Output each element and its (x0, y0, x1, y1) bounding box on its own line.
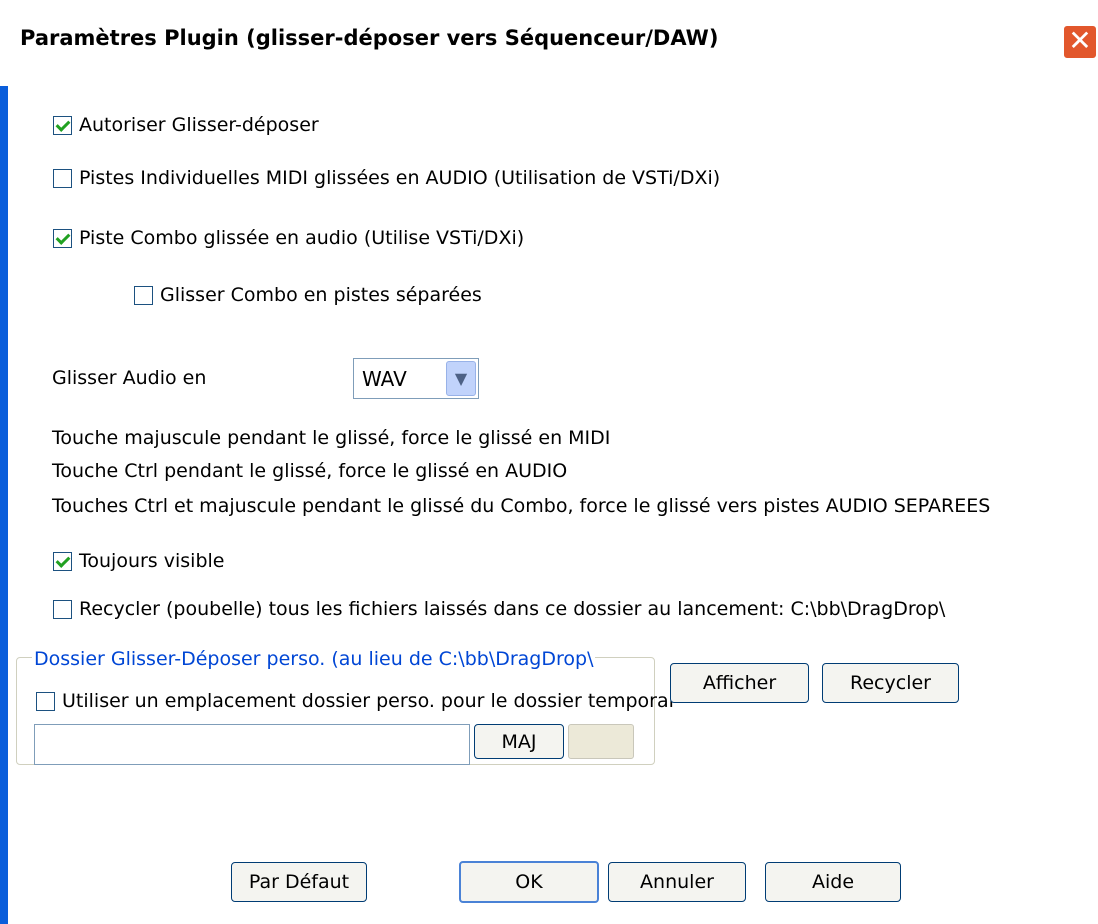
default-button[interactable]: Par Défaut (231, 862, 367, 902)
title-bar: Paramètres Plugin (glisser-déposer vers … (0, 0, 1098, 86)
use-custom-folder-label: Utiliser un emplacement dossier perso. p… (62, 690, 674, 712)
info-ctrl-shift: Touches Ctrl et majuscule pendant le gli… (52, 495, 991, 517)
combo-separate-option[interactable]: Glisser Combo en pistes séparées (134, 284, 482, 306)
cancel-button[interactable]: Annuler (608, 862, 746, 902)
info-shift: Touche majuscule pendant le glissé, forc… (52, 427, 611, 449)
combo-as-audio-label: Piste Combo glissée en audio (Utilise VS… (79, 227, 525, 249)
custom-folder-path-input[interactable] (34, 724, 470, 765)
combo-as-audio-checkbox[interactable] (53, 228, 72, 248)
audio-format-value: WAV (362, 367, 407, 391)
recycle-on-start-checkbox[interactable] (53, 599, 72, 619)
audio-format-select[interactable]: WAV ▼ (353, 358, 479, 399)
combo-separate-checkbox[interactable] (134, 285, 153, 305)
custom-folder-legend: Dossier Glisser-Déposer perso. (au lieu … (32, 648, 596, 670)
afficher-button[interactable]: Afficher (670, 663, 809, 703)
midi-as-audio-checkbox[interactable] (53, 168, 72, 188)
allow-drag-option[interactable]: Autoriser Glisser-déposer (53, 114, 319, 136)
always-visible-checkbox[interactable] (53, 551, 72, 571)
combo-separate-label: Glisser Combo en pistes séparées (160, 284, 482, 306)
recycler-button[interactable]: Recycler (822, 663, 959, 703)
recycle-on-start-option[interactable]: Recycler (poubelle) tous les fichiers la… (53, 598, 945, 620)
always-visible-option[interactable]: Toujours visible (53, 550, 224, 572)
help-button[interactable]: Aide (765, 862, 901, 902)
combo-as-audio-option[interactable]: Piste Combo glissée en audio (Utilise VS… (53, 227, 524, 249)
maj-button[interactable]: MAJ (474, 724, 564, 759)
info-ctrl: Touche Ctrl pendant le glissé, force le … (52, 460, 568, 482)
close-button[interactable]: ✕ (1062, 24, 1098, 60)
browse-button[interactable] (568, 724, 634, 759)
window-title: Paramètres Plugin (glisser-déposer vers … (20, 26, 719, 50)
chevron-down-icon[interactable]: ▼ (446, 361, 476, 396)
ok-button[interactable]: OK (459, 861, 599, 903)
recycle-on-start-label: Recycler (poubelle) tous les fichiers la… (79, 598, 946, 620)
midi-as-audio-label: Pistes Individuelles MIDI glissées en AU… (79, 167, 721, 189)
allow-drag-checkbox[interactable] (53, 115, 72, 135)
window-border (0, 86, 8, 924)
allow-drag-label: Autoriser Glisser-déposer (79, 114, 319, 136)
audio-format-label: Glisser Audio en (52, 367, 207, 389)
use-custom-folder-checkbox[interactable] (36, 691, 55, 711)
use-custom-folder-option[interactable]: Utiliser un emplacement dossier perso. p… (36, 690, 674, 712)
midi-as-audio-option[interactable]: Pistes Individuelles MIDI glissées en AU… (53, 167, 720, 189)
always-visible-label: Toujours visible (79, 550, 225, 572)
